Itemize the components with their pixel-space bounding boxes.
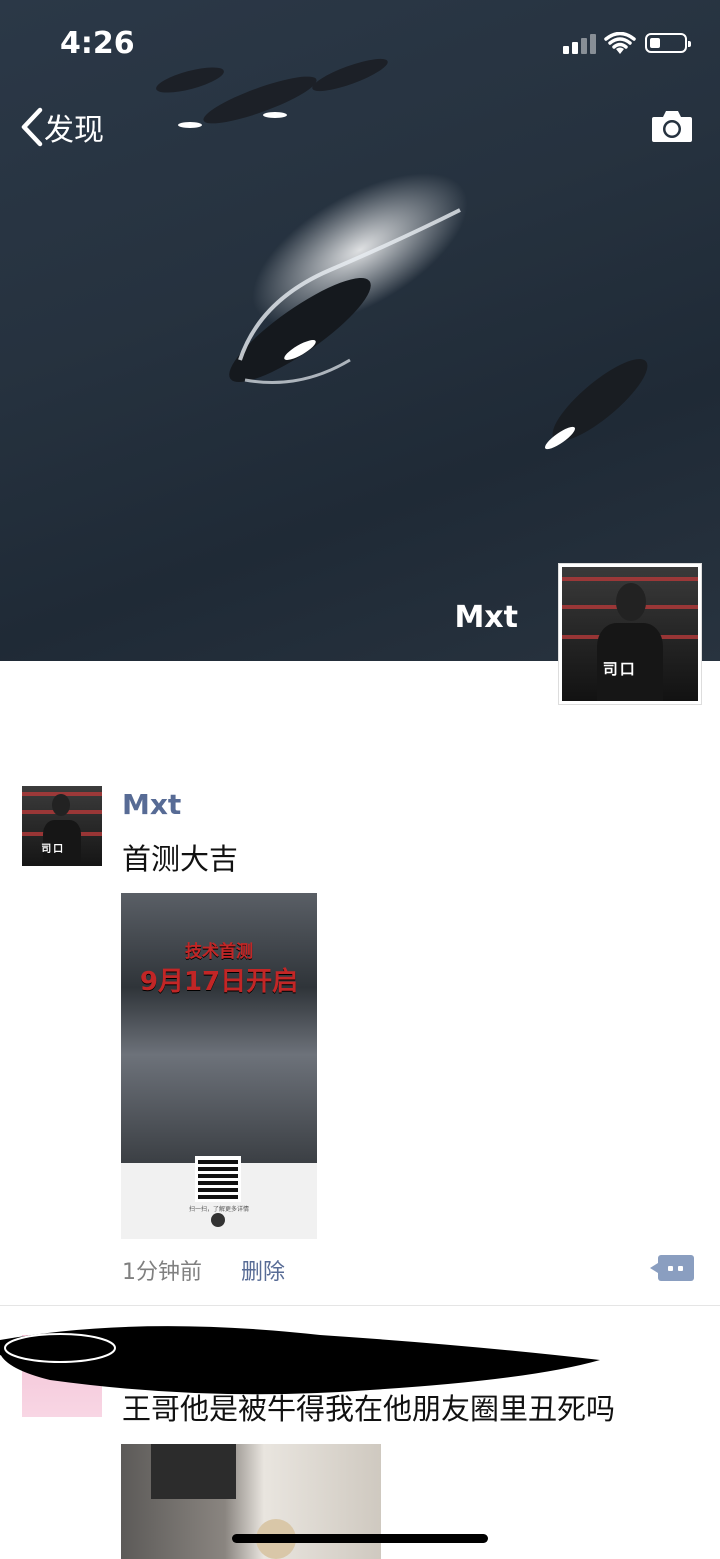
cover-photo-art	[156, 58, 648, 450]
post-timestamp: 1分钟前	[122, 1260, 202, 1285]
qr-code	[195, 1156, 241, 1202]
battery-icon	[645, 33, 691, 53]
game-logo-icon	[211, 1213, 225, 1227]
home-indicator[interactable]	[232, 1534, 488, 1543]
post-text: 首测大吉	[122, 842, 239, 876]
back-button[interactable]: 发现	[18, 106, 104, 148]
back-label: 发现	[44, 113, 104, 148]
status-bar: 4:26	[0, 0, 720, 90]
post-author-avatar[interactable]: 司口	[22, 786, 102, 866]
cover-username[interactable]: Mxt	[454, 600, 518, 635]
camera-icon[interactable]	[650, 108, 694, 144]
poster-caption: 扫一扫，了解更多详情	[188, 1206, 249, 1213]
profile-avatar[interactable]: 司口	[558, 563, 702, 705]
post-author-name[interactable]: Mxt	[122, 788, 181, 821]
delete-link[interactable]: 删除	[241, 1254, 285, 1286]
redaction-scribble	[0, 1326, 600, 1395]
poster-headline: 技术首测 9月17日开启	[121, 937, 317, 997]
wifi-icon	[604, 32, 636, 54]
post-divider	[0, 1305, 720, 1306]
cover-photo[interactable]: 4:26 发现 Mxt	[0, 0, 720, 661]
poster-headline-top: 技术首测	[185, 942, 253, 962]
comment-icon[interactable]	[650, 1255, 694, 1281]
poster-headline-main: 9月17日开启	[139, 967, 299, 997]
post-image[interactable]: 技术首测 9月17日开启 扫一扫，了解更多详情	[121, 893, 317, 1239]
status-time: 4:26	[60, 26, 135, 61]
chevron-left-icon	[21, 107, 43, 147]
